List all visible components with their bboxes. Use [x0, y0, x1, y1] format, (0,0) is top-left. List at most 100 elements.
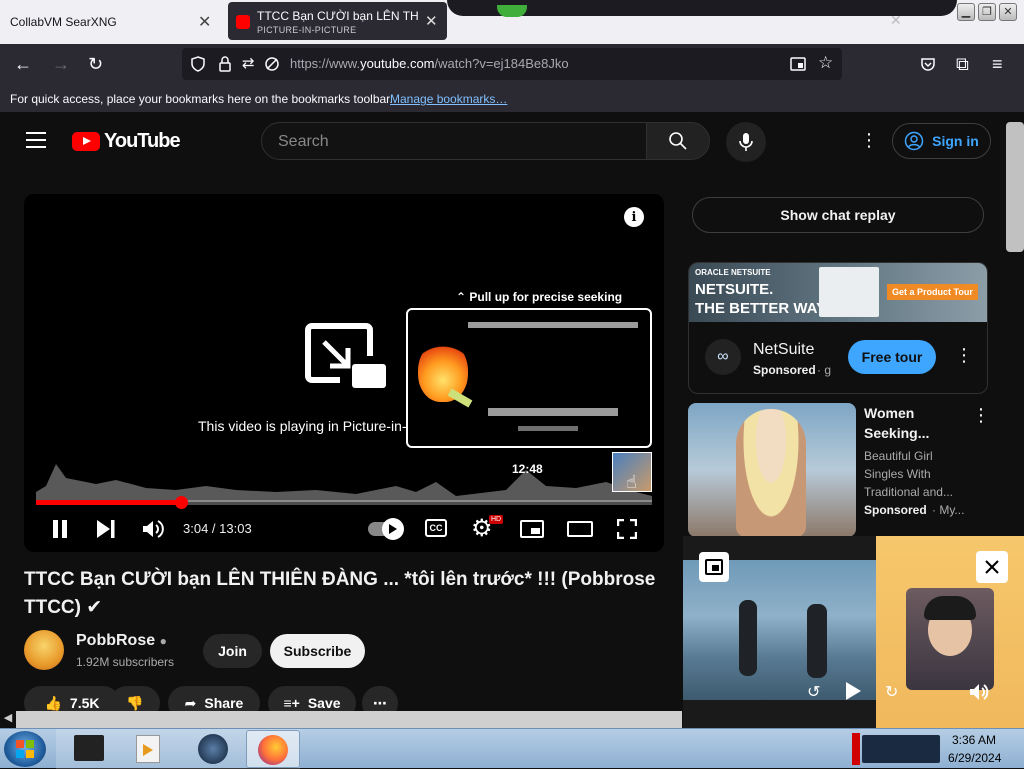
theater-mode-icon[interactable] [567, 521, 593, 537]
thumbnail-person [736, 409, 806, 537]
close-tab-icon[interactable]: ✕ [198, 12, 211, 32]
ad-advertiser: NetSuite [753, 341, 815, 358]
subscribe-button[interactable]: Subscribe [270, 634, 365, 668]
info-icon[interactable]: i [624, 207, 644, 227]
browser-nav-bar: ← → ↻ ⇄ https://www.youtube.com/watch?v=… [0, 44, 1024, 86]
sign-in-button[interactable]: Sign in [892, 123, 991, 159]
close-tab-icon[interactable]: ✕ [425, 12, 438, 30]
save-label: Save [307, 695, 341, 711]
shield-icon[interactable] [190, 56, 206, 72]
taskbar-firefox-button[interactable] [246, 730, 300, 768]
clock-time[interactable]: 3:36 AM [952, 733, 996, 747]
video-player[interactable]: i This video is playing in Picture-in- ⌃… [24, 194, 664, 552]
save-playlist-icon: ≡+ [283, 695, 300, 711]
pip-volume-icon[interactable] [969, 683, 991, 701]
ad-dashboard-image [819, 267, 879, 317]
sponsored-ad-card[interactable]: ORACLE NETSUITE NETSUITE. THE BETTER WAY… [688, 262, 988, 394]
pip-close-button[interactable] [976, 551, 1008, 583]
voice-search-button[interactable] [726, 122, 766, 162]
bookmarks-hint: For quick access, place your bookmarks h… [10, 92, 393, 106]
forward-arrow-icon[interactable]: → [52, 54, 70, 75]
youtube-header: YouTube Search ⋮ Sign in [0, 112, 1024, 170]
captions-label: CC [429, 523, 443, 533]
fullscreen-icon[interactable] [617, 519, 637, 539]
manage-bookmarks-link[interactable]: Manage bookmarks… [390, 92, 507, 106]
tracking-blocked-icon[interactable] [264, 56, 280, 72]
extensions-icon[interactable]: ⧉ [956, 54, 969, 75]
autoplay-toggle[interactable] [368, 518, 404, 540]
reload-icon[interactable]: ↻ [88, 54, 103, 75]
restore-window-button[interactable]: ❐ [978, 3, 996, 21]
heatmap-graph [36, 464, 652, 502]
miniplayer-icon[interactable] [520, 520, 544, 538]
channel-name[interactable]: PobbRose ● [76, 632, 167, 650]
start-button[interactable] [4, 731, 46, 767]
scrubber-handle[interactable] [175, 496, 189, 509]
system-tray-icons[interactable] [862, 735, 940, 763]
ad-banner-cta: Get a Product Tour [887, 284, 978, 300]
progress-fill [36, 500, 182, 505]
windows-logo-icon [16, 740, 34, 758]
free-tour-label: Free tour [861, 349, 923, 365]
list-tabs-icon[interactable]: ✕ [890, 12, 902, 29]
horizontal-scrollbar[interactable] [16, 711, 682, 728]
tab-youtube[interactable]: TTCC Bạn CƯỜI bạn LÊN THIÊN PICTURE-IN-P… [228, 2, 447, 40]
microphone-icon [739, 133, 753, 151]
video-thumbnail[interactable] [688, 403, 856, 537]
tab-label: CollabVM SearXNG [10, 15, 117, 29]
captions-button[interactable]: CC [425, 519, 447, 537]
bookmark-star-icon[interactable]: ☆ [818, 53, 833, 73]
permissions-icon[interactable]: ⇄ [242, 54, 255, 72]
video2-menu-kebab-icon[interactable]: ⋮ [972, 405, 990, 426]
scroll-left-arrow-icon[interactable]: ◀ [0, 711, 16, 728]
free-tour-button[interactable]: Free tour [848, 340, 936, 374]
pause-icon[interactable] [52, 520, 68, 538]
ad-menu-kebab-icon[interactable]: ⋮ [955, 345, 973, 366]
back-arrow-icon[interactable]: ← [14, 54, 32, 75]
vertical-scrollbar[interactable] [1006, 122, 1024, 252]
settings-kebab-icon[interactable]: ⋮ [860, 130, 878, 151]
url-prefix: https://www. [290, 56, 361, 71]
lock-icon[interactable] [218, 56, 232, 72]
time-display: 3:04 / 13:03 [183, 521, 252, 536]
hamburger-menu-icon[interactable]: ≡ [992, 54, 1003, 75]
search-input[interactable]: Search [261, 122, 647, 160]
join-button[interactable]: Join [203, 634, 262, 668]
pip-facecam [906, 588, 994, 690]
close-window-button[interactable]: ✕ [999, 3, 1017, 21]
channel-avatar[interactable] [24, 630, 64, 670]
seek-preview-thumbnail [406, 308, 652, 448]
url-domain: youtube.com [360, 56, 435, 71]
pip-forward-icon[interactable]: ↻ [885, 682, 898, 702]
search-button[interactable] [646, 122, 710, 160]
guide-menu-icon[interactable] [26, 132, 46, 148]
taskbar-globe-icon[interactable] [198, 734, 228, 764]
reader-view-icon[interactable] [790, 56, 806, 72]
youtube-logo-text[interactable]: YouTube [104, 130, 181, 153]
youtube-favicon-icon [236, 15, 250, 29]
pocket-icon[interactable] [920, 56, 936, 72]
pip-rewind-icon[interactable]: ↺ [807, 682, 820, 702]
taskbar-media-player-icon[interactable] [136, 735, 160, 763]
video2-title-line2: Seeking... [864, 425, 930, 441]
taskbar-cmd-icon[interactable] [74, 735, 104, 761]
volume-icon[interactable] [142, 519, 164, 539]
minimize-window-button[interactable]: ▁ [957, 3, 975, 21]
picture-in-picture-window[interactable]: ↺ ↻ [683, 536, 1024, 728]
browser-tab-bar: CollabVM SearXNG ✕ TTCC Bạn CƯỜI bạn LÊN… [0, 0, 1024, 44]
youtube-logo-icon[interactable] [72, 132, 100, 151]
sidebar-video-item[interactable]: Women Seeking... Beautiful Girl Singles … [688, 403, 990, 537]
ad-banner[interactable]: ORACLE NETSUITE NETSUITE. THE BETTER WAY… [689, 263, 987, 322]
ad-banner-line1: NETSUITE. [695, 281, 774, 298]
next-video-icon[interactable] [96, 520, 116, 538]
pip-back-to-tab-button[interactable] [699, 552, 729, 582]
pip-play-icon[interactable] [845, 682, 861, 700]
clock-date[interactable]: 6/29/2024 [948, 751, 1001, 765]
show-chat-replay-button[interactable]: Show chat replay [692, 197, 984, 233]
seek-hint: ⌃ Pull up for precise seeking [456, 290, 623, 304]
tab-searxng[interactable]: CollabVM SearXNG ✕ [0, 0, 226, 44]
progress-bar[interactable] [36, 496, 652, 509]
url-bar[interactable]: ⇄ https://www.youtube.com/watch?v=ej184B… [182, 48, 842, 80]
ad-banner-brand: ORACLE NETSUITE [695, 268, 771, 277]
chat-replay-label: Show chat replay [780, 207, 896, 223]
